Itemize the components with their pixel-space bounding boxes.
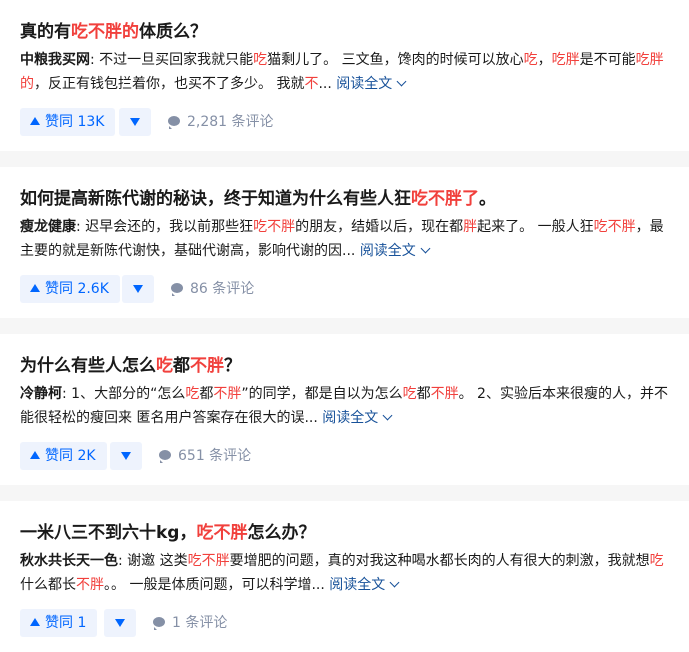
upvote-button[interactable]: 赞同 2.6K	[20, 275, 120, 303]
chevron-down-icon	[389, 577, 400, 588]
chevron-down-icon	[420, 243, 431, 254]
author-name[interactable]: 秋水共长天一色	[20, 553, 118, 569]
answer-card: 如何提高新陈代谢的秘诀，终于知道为什么有些人狂吃不胖了。 瘦龙健康: 迟早会还的…	[0, 167, 689, 318]
triangle-down-icon	[115, 619, 125, 627]
read-more-link[interactable]: 阅读全文	[360, 243, 431, 259]
author-name[interactable]: 中粮我买网	[20, 52, 90, 68]
read-more-link[interactable]: 阅读全文	[322, 410, 393, 426]
triangle-up-icon	[30, 618, 40, 626]
chevron-down-icon	[396, 76, 407, 87]
comments-button[interactable]: 1 条评论	[153, 609, 227, 637]
read-more-link[interactable]: 阅读全文	[336, 76, 407, 92]
triangle-up-icon	[30, 451, 40, 459]
answer-excerpt[interactable]: 秋水共长天一色: 谢邀 这类吃不胖要增肥的问题，真的对我这种喝水都长肉的人有很大…	[20, 549, 670, 597]
question-title[interactable]: 为什么有些人怎么吃都不胖？	[20, 354, 241, 378]
downvote-button[interactable]	[122, 275, 154, 303]
comments-button[interactable]: 2,281 条评论	[168, 108, 274, 136]
triangle-down-icon	[121, 452, 131, 460]
answer-excerpt[interactable]: 中粮我买网: 不过一旦买回家我就只能吃猫剩儿了。 三文鱼，馋肉的时候可以放心吃，…	[20, 48, 670, 96]
comment-icon	[159, 450, 171, 463]
triangle-down-icon	[130, 118, 140, 126]
comments-button[interactable]: 651 条评论	[159, 442, 251, 470]
triangle-up-icon	[30, 117, 40, 125]
author-name[interactable]: 瘦龙健康	[20, 219, 76, 235]
comment-icon	[153, 617, 165, 630]
comment-icon	[168, 116, 180, 129]
comments-button[interactable]: 86 条评论	[171, 275, 254, 303]
upvote-button[interactable]: 赞同 13K	[20, 108, 116, 136]
upvote-button[interactable]: 赞同 2K	[20, 442, 107, 470]
downvote-button[interactable]	[104, 609, 136, 637]
triangle-down-icon	[133, 285, 143, 293]
chevron-down-icon	[382, 410, 393, 421]
answer-card: 一米八三不到六十kg，吃不胖怎么办？ 秋水共长天一色: 谢邀 这类吃不胖要增肥的…	[0, 501, 689, 652]
downvote-button[interactable]	[110, 442, 142, 470]
answer-excerpt[interactable]: 瘦龙健康: 迟早会还的，我以前那些狂吃不胖的朋友，结婚以后，现在都胖起来了。 一…	[20, 215, 670, 263]
question-title[interactable]: 如何提高新陈代谢的秘诀，终于知道为什么有些人狂吃不胖了。	[20, 187, 496, 211]
read-more-link[interactable]: 阅读全文	[329, 577, 400, 593]
downvote-button[interactable]	[119, 108, 151, 136]
answer-card: 真的有吃不胖的体质么？ 中粮我买网: 不过一旦买回家我就只能吃猫剩儿了。 三文鱼…	[0, 0, 689, 151]
comment-icon	[171, 283, 183, 296]
answer-card: 为什么有些人怎么吃都不胖？ 冷静柯: 1、大部分的“怎么吃都不胖”的同学，都是自…	[0, 334, 689, 485]
upvote-button[interactable]: 赞同 1	[20, 609, 98, 637]
triangle-up-icon	[30, 284, 40, 292]
question-title[interactable]: 真的有吃不胖的体质么？	[20, 20, 207, 44]
answer-excerpt[interactable]: 冷静柯: 1、大部分的“怎么吃都不胖”的同学，都是自以为怎么吃都不胖。 2、实验…	[20, 382, 670, 430]
author-name[interactable]: 冷静柯	[20, 386, 62, 402]
question-title[interactable]: 一米八三不到六十kg，吃不胖怎么办？	[20, 521, 315, 545]
